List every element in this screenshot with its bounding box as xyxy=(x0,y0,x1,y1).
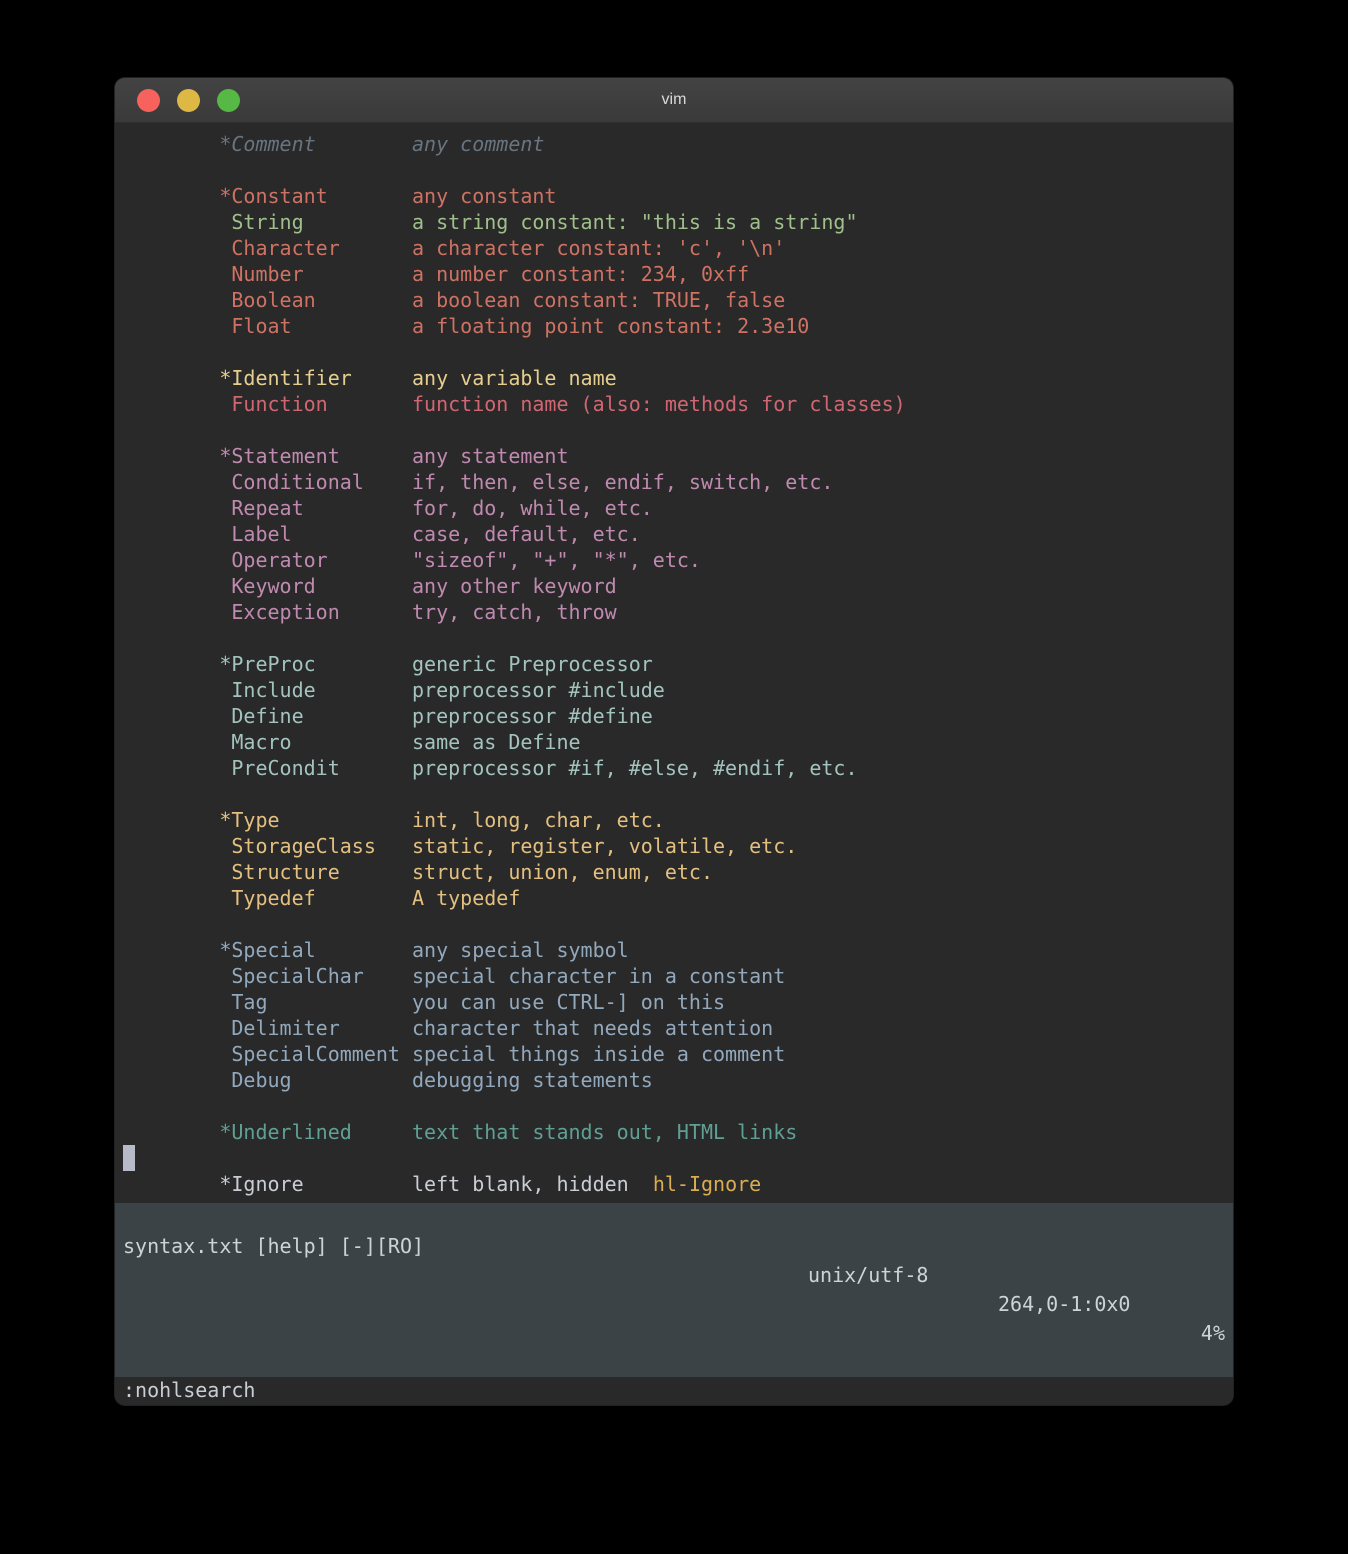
highlight-group-text: SpecialChar special character in a const… xyxy=(123,964,785,988)
buffer-blank-line xyxy=(123,625,1233,651)
buffer-line: Define preprocessor #define xyxy=(123,703,1233,729)
highlight-group-text: Typedef A typedef xyxy=(123,886,520,910)
buffer-line: Label case, default, etc. xyxy=(123,521,1233,547)
titlebar[interactable]: vim xyxy=(115,78,1233,123)
highlight-group-text: Keyword any other keyword xyxy=(123,574,617,598)
highlight-group-text: Debug debugging statements xyxy=(123,1068,653,1092)
highlight-group-text: Tag you can use CTRL-] on this xyxy=(123,990,725,1014)
buffer-line: Boolean a boolean constant: TRUE, false xyxy=(123,287,1233,313)
buffer-blank-line xyxy=(123,1145,1233,1171)
highlight-group-text: Character a character constant: 'c', '\n… xyxy=(123,236,785,260)
highlight-group-text: *Comment any comment xyxy=(123,132,544,156)
statusline-percent: 4% xyxy=(1201,1319,1225,1348)
highlight-group-text: StorageClass static, register, volatile,… xyxy=(123,834,797,858)
buffer-blank-line xyxy=(123,781,1233,807)
buffer-line: Character a character constant: 'c', '\n… xyxy=(123,235,1233,261)
buffer-line: SpecialChar special character in a const… xyxy=(123,963,1233,989)
buffer-blank-line xyxy=(123,157,1233,183)
highlight-group-text: Number a number constant: 234, 0xff xyxy=(123,262,749,286)
highlight-group-text: PreCondit preprocessor #if, #else, #endi… xyxy=(123,756,858,780)
window-title: vim xyxy=(662,91,687,109)
buffer-blank-line xyxy=(123,911,1233,937)
traffic-lights xyxy=(137,78,240,122)
buffer-line: Float a floating point constant: 2.3e10 xyxy=(123,313,1233,339)
buffer-line: Repeat for, do, while, etc. xyxy=(123,495,1233,521)
buffer-line: Delimiter character that needs attention xyxy=(123,1015,1233,1041)
highlight-group-text: Exception try, catch, throw xyxy=(123,600,617,624)
buffer-line: StorageClass static, register, volatile,… xyxy=(123,833,1233,859)
highlight-group-text: Macro same as Define xyxy=(123,730,581,754)
buffer-line: *Type int, long, char, etc. xyxy=(123,807,1233,833)
buffer-blank-line xyxy=(123,417,1233,443)
highlight-group-text: Label case, default, etc. xyxy=(123,522,641,546)
buffer-line: Exception try, catch, throw xyxy=(123,599,1233,625)
buffer-line: Typedef A typedef xyxy=(123,885,1233,911)
buffer-line: PreCondit preprocessor #if, #else, #endi… xyxy=(123,755,1233,781)
vim-window: vim *Comment any comment *Constant any c… xyxy=(115,78,1233,1405)
highlight-group-text: Function function name (also: methods fo… xyxy=(123,392,906,416)
highlight-group-text: *Identifier any variable name xyxy=(123,366,617,390)
highlight-group-text: Include preprocessor #include xyxy=(123,678,665,702)
highlight-group-text: Conditional if, then, else, endif, switc… xyxy=(123,470,833,494)
highlight-group-text: SpecialComment special things inside a c… xyxy=(123,1042,785,1066)
highlight-group-text: *Special any special symbol xyxy=(123,938,629,962)
statusline-filename: syntax.txt [help] [-][RO] xyxy=(123,1232,424,1261)
highlight-group-text: *PreProc generic Preprocessor xyxy=(123,652,653,676)
buffer-line: *Ignore left blank, hidden hl-Ignore xyxy=(123,1171,1233,1197)
buffer-line: Structure struct, union, enum, etc. xyxy=(123,859,1233,885)
buffer-line: Include preprocessor #include xyxy=(123,677,1233,703)
highlight-group-text: Delimiter character that needs attention xyxy=(123,1016,773,1040)
statusline-encoding: unix/utf-8 xyxy=(808,1261,928,1290)
highlight-group-text: Repeat for, do, while, etc. xyxy=(123,496,653,520)
highlight-group-text: *Statement any statement xyxy=(123,444,569,468)
highlight-group-text: Structure struct, union, enum, etc. xyxy=(123,860,713,884)
statusline: syntax.txt [help] [-][RO] unix/utf-8 264… xyxy=(115,1203,1233,1377)
highlight-group-text: *Underlined text that stands out, HTML l… xyxy=(123,1120,797,1144)
command-line[interactable]: :nohlsearch xyxy=(115,1377,1233,1405)
buffer-line: *Special any special symbol xyxy=(123,937,1233,963)
buffer-blank-line xyxy=(123,1093,1233,1119)
highlight-group-text: Operator "sizeof", "+", "*", etc. xyxy=(123,548,701,572)
minimize-icon[interactable] xyxy=(177,89,200,112)
buffer-line: Macro same as Define xyxy=(123,729,1233,755)
help-tag-link[interactable]: hl-Ignore xyxy=(653,1172,761,1196)
buffer-line: Conditional if, then, else, endif, switc… xyxy=(123,469,1233,495)
buffer-area[interactable]: *Comment any comment *Constant any const… xyxy=(115,123,1233,1203)
buffer-line: *Comment any comment xyxy=(123,131,1233,157)
buffer-line: String a string constant: "this is a str… xyxy=(123,209,1233,235)
buffer-line: *Constant any constant xyxy=(123,183,1233,209)
buffer-line: Operator "sizeof", "+", "*", etc. xyxy=(123,547,1233,573)
buffer-line: Keyword any other keyword xyxy=(123,573,1233,599)
highlight-group-text: *Ignore left blank, hidden xyxy=(123,1172,629,1196)
close-icon[interactable] xyxy=(137,89,160,112)
buffer-line: Debug debugging statements xyxy=(123,1067,1233,1093)
buffer-line: SpecialComment special things inside a c… xyxy=(123,1041,1233,1067)
buffer-line: Function function name (also: methods fo… xyxy=(123,391,1233,417)
highlight-group-text: Boolean a boolean constant: TRUE, false xyxy=(123,288,785,312)
buffer-line: Tag you can use CTRL-] on this xyxy=(123,989,1233,1015)
maximize-icon[interactable] xyxy=(217,89,240,112)
highlight-group-text: Float a floating point constant: 2.3e10 xyxy=(123,314,809,338)
highlight-group-text: *Type int, long, char, etc. xyxy=(123,808,665,832)
buffer-line: Number a number constant: 234, 0xff xyxy=(123,261,1233,287)
gap xyxy=(629,1172,653,1196)
highlight-group-text: Define preprocessor #define xyxy=(123,704,653,728)
highlight-group-text: String a string constant: "this is a str… xyxy=(123,210,858,234)
buffer-line: *Statement any statement xyxy=(123,443,1233,469)
cursor-block xyxy=(123,1145,135,1171)
highlight-group-text: *Constant any constant xyxy=(123,184,556,208)
buffer-line: *PreProc generic Preprocessor xyxy=(123,651,1233,677)
statusline-ruler: 264,0-1:0x0 xyxy=(998,1290,1130,1319)
buffer-line: *Identifier any variable name xyxy=(123,365,1233,391)
buffer-line: *Underlined text that stands out, HTML l… xyxy=(123,1119,1233,1145)
buffer-blank-line xyxy=(123,339,1233,365)
